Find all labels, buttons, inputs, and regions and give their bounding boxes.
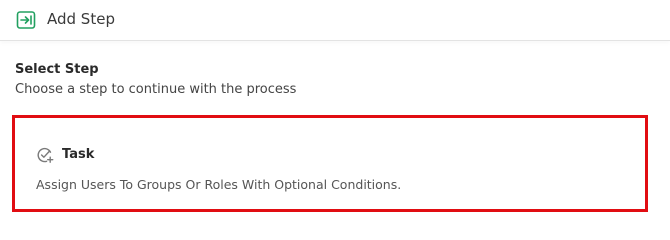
dialog-header: Add Step — [0, 0, 670, 41]
dialog-title: Add Step — [47, 10, 115, 28]
step-title: Task — [62, 147, 95, 162]
step-description: Assign Users To Groups Or Roles With Opt… — [36, 177, 402, 192]
section-subtitle: Choose a step to continue with the proce… — [15, 82, 297, 97]
step-in-icon — [16, 10, 36, 30]
task-check-add-icon — [36, 146, 54, 164]
section-title: Select Step — [15, 62, 99, 77]
step-option-task[interactable]: Task Assign Users To Groups Or Roles Wit… — [12, 115, 648, 212]
